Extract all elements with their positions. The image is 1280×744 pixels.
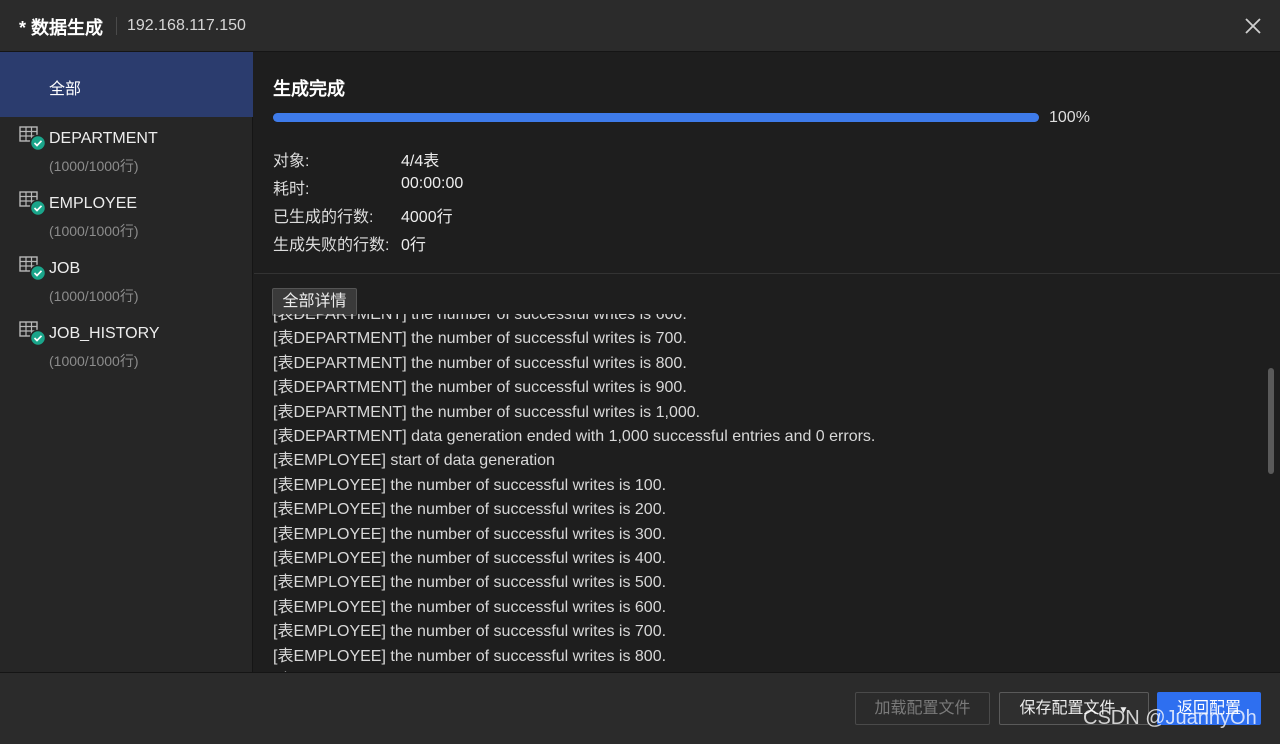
log-line: [表EMPLOYEE] the number of successful wri… [273,598,667,616]
host-address: 192.168.117.150 [127,17,246,34]
window-title: * 数据生成 [19,18,104,38]
title-separator [116,17,117,35]
log-output[interactable]: [表DEPARTMENT] the number of successful w… [273,314,1263,672]
table-name: DEPARTMENT [49,130,158,147]
sidebar-item-department[interactable]: DEPARTMENT (1000/1000行) [0,117,253,181]
table-check-icon [19,126,47,152]
table-name: JOB [49,260,81,277]
log-line: [表EMPLOYEE] the number of successful wri… [273,501,667,519]
log-line: [表EMPLOYEE] the number of successful wri… [273,476,667,494]
log-line: [表EMPLOYEE] the number of successful wri… [273,623,667,641]
stat-label-elapsed: 耗时: [273,181,310,198]
stat-value-generated-rows: 4000行 [401,209,453,226]
log-line: [表DEPARTMENT] the number of successful w… [273,314,687,323]
generation-panel: 生成完成 100% 对象: 4/4表 耗时: 00:00:00 已生成的行数: … [254,52,1280,672]
stat-value-failed-rows: 0行 [401,237,426,254]
watermark: CSDN @JuannyOh [1083,707,1257,729]
log-line: [表EMPLOYEE] the number of successful wri… [273,647,667,665]
log-line: [表EMPLOYEE] the number of successful wri… [273,550,667,567]
sidebar-item-job-history[interactable]: JOB_HISTORY (1000/1000行) [0,312,253,376]
log-line: [表EMPLOYEE] the number of successful wri… [273,574,667,592]
table-row-count: (1000/1000行) [49,353,139,369]
stat-label-objects: 对象: [273,153,310,170]
table-name: JOB_HISTORY [49,325,160,342]
sidebar-item-all[interactable]: 全部 [0,52,253,117]
load-config-button[interactable]: 加载配置文件 [855,692,990,725]
progress-bar-fill [273,113,1039,122]
log-line: [表EMPLOYEE] start of data generation [273,452,555,470]
sidebar-item-employee[interactable]: EMPLOYEE (1000/1000行) [0,182,253,246]
sidebar-item-label: 全部 [49,81,82,98]
section-divider [254,273,1280,274]
sidebar-item-job[interactable]: JOB (1000/1000行) [0,247,253,311]
stat-value-objects: 4/4表 [401,153,440,170]
title-bar: * 数据生成 192.168.117.150 [0,0,1280,52]
table-row-count: (1000/1000行) [49,158,139,174]
log-line: [表EMPLOYEE] the number of successful wri… [273,525,667,543]
progress-percent: 100% [1049,109,1090,126]
status-title: 生成完成 [273,79,345,99]
table-name: EMPLOYEE [49,195,138,212]
log-line: [表DEPARTMENT] the number of successful w… [273,330,687,348]
table-check-icon [19,256,47,282]
table-check-icon [19,191,47,217]
table-row-count: (1000/1000行) [49,223,139,239]
stat-value-elapsed: 00:00:00 [401,175,464,192]
log-line: [表DEPARTMENT] the number of successful w… [273,403,701,421]
close-icon[interactable] [1240,13,1266,39]
stat-label-failed-rows: 生成失败的行数: [273,237,390,254]
log-line: [表DEPARTMENT] data generation ended with… [273,428,876,445]
all-details-tab[interactable]: 全部详情 [272,288,357,316]
table-check-icon [19,321,47,347]
stat-label-generated-rows: 已生成的行数: [273,209,374,226]
log-scrollbar[interactable] [1268,368,1274,474]
log-line: [表DEPARTMENT] the number of successful w… [273,379,687,397]
progress-bar [273,113,1039,122]
table-row-count: (1000/1000行) [49,288,139,304]
load-config-label: 加载配置文件 [874,700,971,717]
log-line: [表DEPARTMENT] the number of successful w… [273,354,687,372]
